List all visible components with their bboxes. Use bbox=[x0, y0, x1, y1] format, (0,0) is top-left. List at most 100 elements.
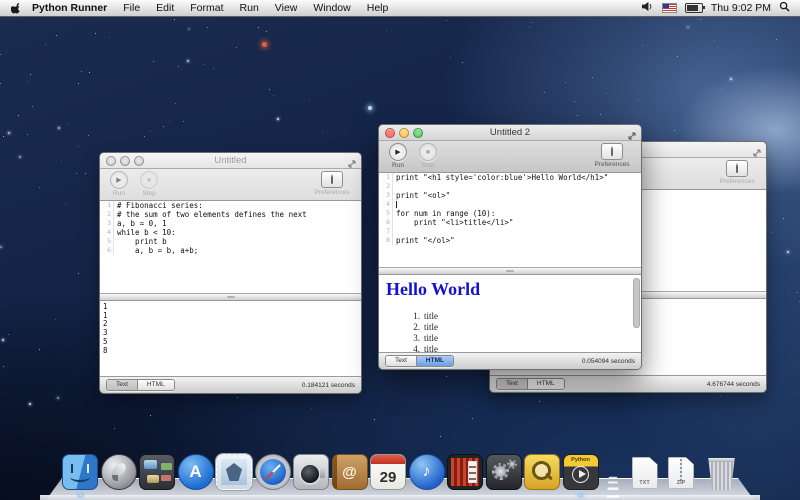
play-icon: ▶ bbox=[110, 171, 128, 189]
menu-run[interactable]: Run bbox=[232, 0, 267, 16]
run-button[interactable]: ▶ Run bbox=[385, 143, 411, 172]
spotlight-icon[interactable] bbox=[779, 1, 790, 15]
menu-file[interactable]: File bbox=[115, 0, 148, 16]
close-button[interactable] bbox=[106, 156, 116, 166]
red-star bbox=[262, 42, 267, 47]
output-pane[interactable]: Hello World 1.title2.title3.title4.title… bbox=[379, 275, 641, 352]
battery-icon[interactable] bbox=[685, 3, 703, 13]
code-editor[interactable]: 1print "<h1 style='color:blue'>Hello Wor… bbox=[379, 173, 641, 268]
code-line: 4while b < 10: bbox=[100, 228, 361, 237]
output-line: 5 bbox=[103, 338, 361, 347]
dock-divider bbox=[601, 460, 625, 490]
menu-app-name[interactable]: Python Runner bbox=[24, 0, 115, 16]
ical-icon[interactable]: 29 bbox=[370, 454, 406, 490]
preferences-button[interactable]: Preferences bbox=[309, 171, 355, 200]
search-utility-icon[interactable] bbox=[524, 454, 560, 490]
python-runner-label: Python bbox=[564, 455, 598, 466]
pane-splitter[interactable] bbox=[379, 268, 641, 275]
facetime-icon[interactable] bbox=[293, 454, 329, 490]
preferences-icon bbox=[726, 160, 748, 177]
preferences-icon bbox=[601, 143, 623, 160]
address-book-icon[interactable]: @ bbox=[332, 454, 368, 490]
run-button[interactable]: ▶ Run bbox=[106, 171, 132, 200]
preferences-button[interactable]: Preferences bbox=[589, 143, 635, 172]
stop-icon: ■ bbox=[140, 171, 158, 189]
bottom-bar: Text HTML 4.676744 seconds bbox=[490, 375, 766, 392]
zoom-button[interactable] bbox=[413, 128, 423, 138]
preferences-button[interactable]: Preferences bbox=[714, 160, 760, 189]
menu-window[interactable]: Window bbox=[305, 0, 358, 16]
tab-html[interactable]: HTML bbox=[527, 379, 564, 389]
output-mode-segmented-control: Text HTML bbox=[106, 379, 175, 391]
bottom-bar: Text HTML 0.054094 seconds bbox=[379, 352, 641, 369]
mail-icon[interactable] bbox=[216, 454, 252, 490]
code-line: 2 bbox=[379, 182, 641, 191]
close-button[interactable] bbox=[385, 128, 395, 138]
code-line: 7 bbox=[379, 227, 641, 236]
resize-icon[interactable] bbox=[347, 156, 357, 166]
tab-text[interactable]: Text bbox=[107, 380, 137, 390]
menu-format[interactable]: Format bbox=[182, 0, 231, 16]
tab-html[interactable]: HTML bbox=[416, 356, 453, 366]
resize-icon[interactable] bbox=[752, 145, 762, 155]
code-editor[interactable]: 1# Fibonacci series:2# the sum of two el… bbox=[100, 201, 361, 294]
menu-view[interactable]: View bbox=[267, 0, 306, 16]
window-untitled-2: Untitled 2 ▶ Run ■ Stop Preferences 1pri… bbox=[378, 124, 642, 370]
minimize-button[interactable] bbox=[120, 156, 130, 166]
zoom-button[interactable] bbox=[134, 156, 144, 166]
tab-html[interactable]: HTML bbox=[137, 380, 174, 390]
dock-shelf-front bbox=[40, 495, 760, 500]
titlebar[interactable]: Untitled bbox=[100, 153, 361, 169]
mission-control-icon[interactable] bbox=[139, 454, 175, 490]
dock: A @ 29 ♪ Python TXT ZIP bbox=[0, 440, 800, 500]
window-untitled: Untitled ▶ Run ■ Stop Preferences 1# Fib… bbox=[99, 152, 362, 394]
volume-icon[interactable] bbox=[641, 1, 654, 15]
tab-text[interactable]: Text bbox=[386, 356, 416, 366]
stop-icon: ■ bbox=[419, 143, 437, 161]
elapsed-time: 4.676744 seconds bbox=[707, 381, 760, 388]
output-mode-segmented-control: Text HTML bbox=[496, 378, 565, 390]
finder-icon[interactable] bbox=[62, 454, 98, 490]
pane-splitter[interactable] bbox=[100, 294, 361, 301]
scrollbar-thumb[interactable] bbox=[633, 278, 640, 328]
minimize-button[interactable] bbox=[399, 128, 409, 138]
menubar-clock[interactable]: Thu 9:02 PM bbox=[711, 2, 771, 14]
apple-menu-icon[interactable] bbox=[8, 2, 24, 15]
toolbar: ▶ Run ■ Stop Preferences bbox=[100, 169, 361, 201]
output-heading: Hello World bbox=[386, 279, 633, 299]
photo-booth-icon[interactable] bbox=[447, 454, 483, 490]
output-line: 1 bbox=[103, 312, 361, 321]
output-line: 2 bbox=[103, 320, 361, 329]
output-pane[interactable]: 112358 bbox=[100, 301, 361, 376]
launchpad-icon[interactable] bbox=[101, 454, 137, 490]
safari-icon[interactable] bbox=[255, 454, 291, 490]
code-line: 5 print b bbox=[100, 237, 361, 246]
resize-icon[interactable] bbox=[627, 128, 637, 138]
itunes-icon[interactable]: ♪ bbox=[409, 454, 445, 490]
code-line: 6 print "<li>title</li>" bbox=[379, 218, 641, 227]
output-mode-segmented-control: Text HTML bbox=[385, 355, 454, 367]
tab-text[interactable]: Text bbox=[497, 379, 527, 389]
running-indicator bbox=[578, 494, 583, 497]
play-icon: ▶ bbox=[389, 143, 407, 161]
code-line: 8print "</ol>" bbox=[379, 236, 641, 245]
titlebar[interactable]: Untitled 2 bbox=[379, 125, 641, 141]
preferences-icon bbox=[321, 171, 343, 188]
stop-button[interactable]: ■ Stop bbox=[136, 171, 162, 200]
menu-edit[interactable]: Edit bbox=[148, 0, 182, 16]
trash-icon[interactable] bbox=[707, 458, 737, 490]
output-line: 1 bbox=[103, 303, 361, 312]
ical-day: 29 bbox=[380, 467, 397, 489]
us-flag-icon[interactable] bbox=[662, 3, 677, 13]
menu-help[interactable]: Help bbox=[359, 0, 397, 16]
python-runner-icon[interactable]: Python bbox=[563, 454, 599, 490]
system-preferences-icon[interactable] bbox=[486, 454, 522, 490]
output-line: 8 bbox=[103, 347, 361, 356]
running-indicator bbox=[78, 494, 83, 497]
app-store-icon[interactable]: A bbox=[178, 454, 214, 490]
txt-file-icon[interactable]: TXT bbox=[632, 457, 658, 489]
stop-button[interactable]: ■ Stop bbox=[415, 143, 441, 172]
list-item: 3.title bbox=[386, 333, 633, 344]
zip-file-icon[interactable]: ZIP bbox=[668, 457, 694, 489]
output-line: 3 bbox=[103, 329, 361, 338]
